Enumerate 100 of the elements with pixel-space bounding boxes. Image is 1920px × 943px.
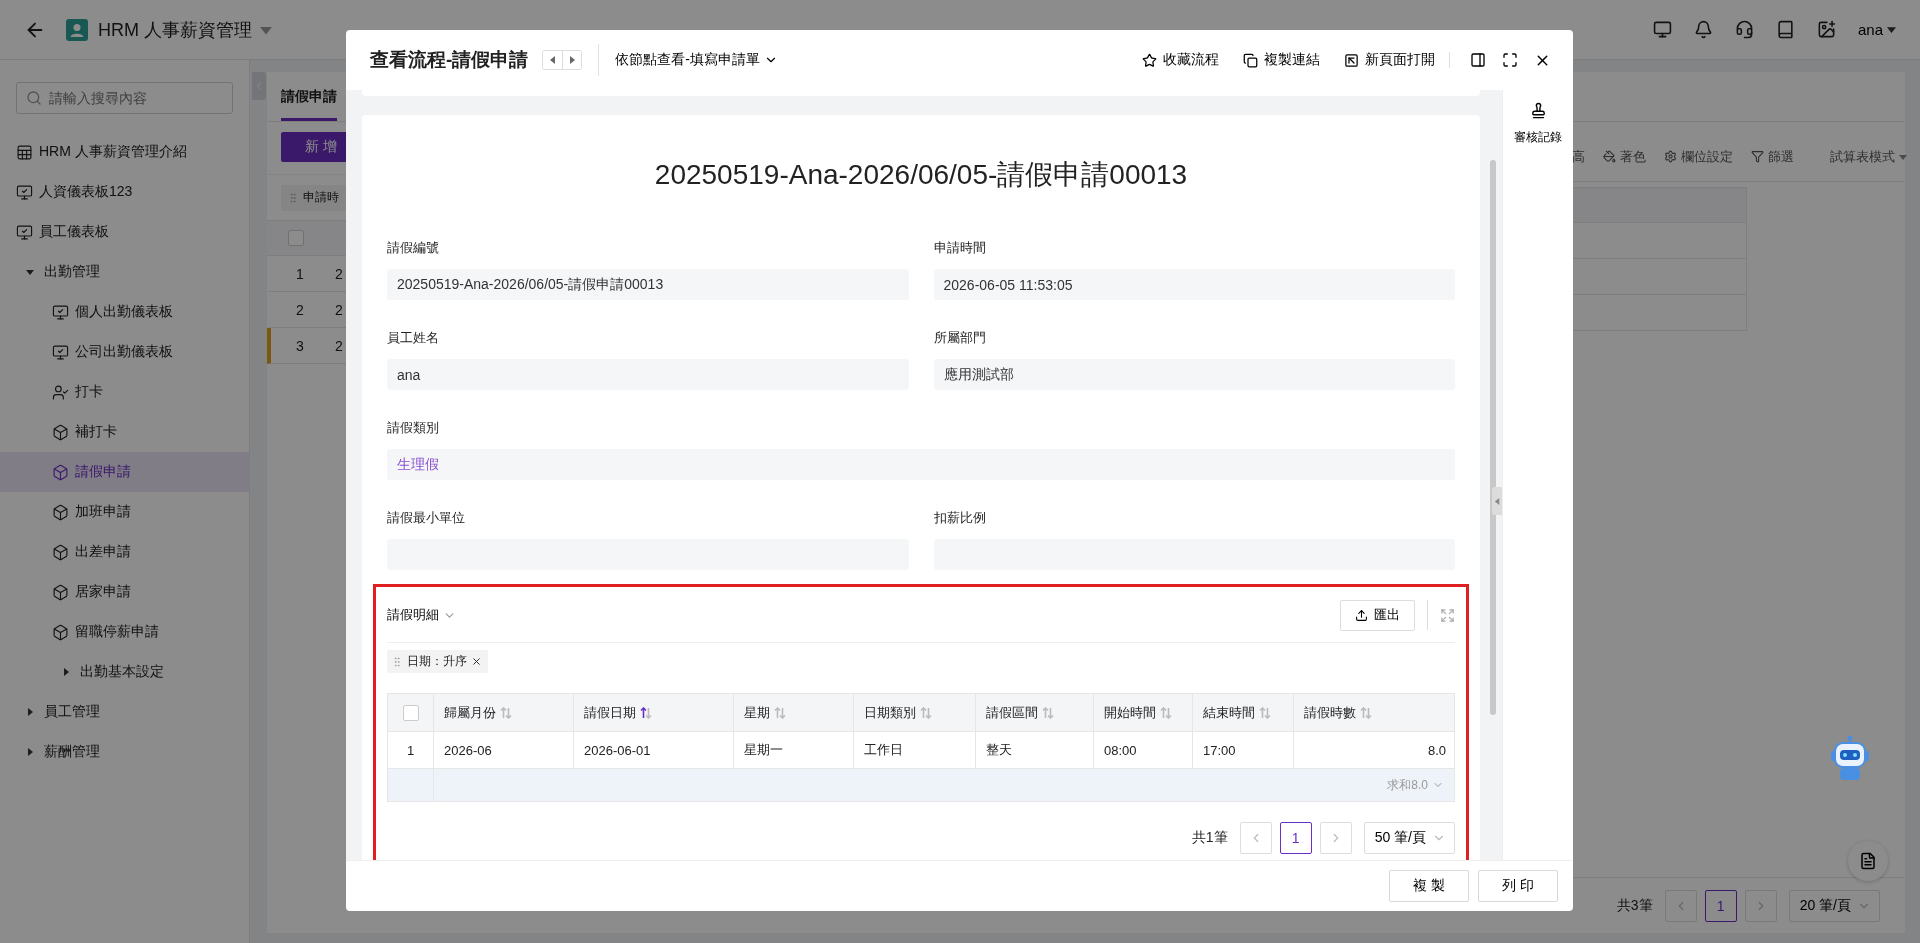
column-header[interactable]: 星期: [744, 703, 786, 722]
column-header[interactable]: 請假日期: [584, 703, 652, 722]
column-header[interactable]: 歸屬月份: [444, 703, 512, 722]
sidebar-item[interactable]: 居家申請: [0, 572, 249, 612]
sort-icon[interactable]: [640, 706, 652, 719]
app-title: HRM 人事薪資管理: [98, 18, 252, 42]
sidebar-item[interactable]: 公司出勤儀表板: [0, 332, 249, 372]
table-cell: 08:00: [1094, 732, 1193, 768]
toolbar-button[interactable]: 著色: [1603, 147, 1646, 166]
field-value: 2026-06-05 11:53:05: [933, 269, 1455, 300]
robot-icon[interactable]: [1830, 735, 1870, 783]
drag-handle-icon[interactable]: [391, 655, 403, 668]
previous-page-button[interactable]: [1664, 889, 1697, 922]
table-cell-text: 2: [334, 265, 343, 282]
scrollbar[interactable]: [1490, 160, 1496, 715]
view-mode-select[interactable]: 試算表模式: [1830, 147, 1907, 166]
side-panel-button[interactable]: [1470, 52, 1486, 68]
next-page-button[interactable]: [1744, 889, 1777, 922]
toolbar-button[interactable]: 欄位設定: [1664, 147, 1733, 166]
search-field[interactable]: 請輸入搜尋內容: [16, 82, 233, 114]
gear-icon: [1664, 150, 1677, 163]
bell-icon[interactable]: [1693, 20, 1713, 39]
star-icon: [1142, 52, 1157, 68]
column-header[interactable]: 日期類別: [864, 703, 932, 722]
sidebar-item[interactable]: 補打卡: [0, 412, 249, 452]
field-value: 20250519-Ana-2026/06/05-請假申請00013: [387, 269, 909, 300]
caret-icon: [1887, 25, 1896, 34]
sidebar-item[interactable]: 打卡: [0, 372, 249, 412]
sort-chip[interactable]: 日期：升序: [387, 650, 488, 673]
toolbar-button[interactable]: 篩選: [1751, 147, 1794, 166]
column-header[interactable]: 結束時間: [1203, 703, 1271, 722]
toolbar-button[interactable]: 高: [1572, 147, 1585, 166]
sort-chip[interactable]: 申請時: [281, 184, 347, 211]
caret-icon: [26, 708, 34, 716]
action-button[interactable]: 收藏流程: [1142, 51, 1219, 69]
audit-log-button[interactable]: 審核記錄: [1514, 102, 1562, 146]
image-plus-icon[interactable]: [1816, 20, 1836, 39]
headset-icon[interactable]: [1734, 20, 1754, 39]
previous-page-button[interactable]: [1239, 822, 1272, 854]
export-button[interactable]: 匯出: [1340, 599, 1415, 631]
column-header[interactable]: 開始時間: [1104, 703, 1172, 722]
caret-icon: [1899, 152, 1907, 161]
sidebar-group[interactable]: 員工管理: [0, 692, 249, 732]
app-icon: [66, 18, 88, 41]
sidebar-group[interactable]: 出勤管理: [0, 252, 249, 292]
field-label: 請假編號: [387, 239, 440, 257]
book-icon[interactable]: [1775, 20, 1795, 39]
page-size-select[interactable]: 50 筆/頁: [1363, 822, 1455, 854]
section-title[interactable]: 請假明細: [387, 606, 456, 624]
column-header[interactable]: 請假區間: [986, 703, 1054, 722]
sidebar-item[interactable]: 人資儀表板123: [0, 172, 249, 212]
table-cell-text: 2: [334, 337, 343, 354]
field-value: 生理假: [387, 449, 1455, 480]
tab[interactable]: 請假申請: [281, 88, 337, 121]
footer-button[interactable]: 列 印: [1478, 870, 1558, 902]
monitor-check-icon: [52, 343, 69, 361]
action-button[interactable]: 新頁面打開: [1344, 51, 1435, 69]
sidebar-item[interactable]: 請假申請: [0, 452, 249, 492]
sidebar-item[interactable]: 留職停薪申請: [0, 612, 249, 652]
view-select[interactable]: 依節點查看-填寫申請單: [615, 51, 778, 69]
collapse-handle[interactable]: [251, 72, 266, 100]
checkbox[interactable]: [288, 230, 304, 246]
sidebar-item[interactable]: 個人出勤儀表板: [0, 292, 249, 332]
action-button[interactable]: 複製連結: [1243, 51, 1320, 69]
sidebar-item[interactable]: HRM 人事薪資管理介紹: [0, 132, 249, 172]
sidebar-group[interactable]: 出勤基本設定: [0, 652, 249, 692]
sidebar-item[interactable]: 員工儀表板: [0, 212, 249, 252]
field-label: 員工姓名: [387, 329, 440, 347]
maximize-icon: [1502, 52, 1518, 68]
next-button[interactable]: [562, 51, 582, 69]
collapse-handle[interactable]: [1492, 487, 1502, 515]
panel-icon: [1470, 52, 1486, 68]
sidebar-item[interactable]: 出差申請: [0, 532, 249, 572]
sidebar-group[interactable]: 薪酬管理: [0, 732, 249, 772]
page-button[interactable]: 1: [1704, 889, 1737, 922]
column-header[interactable]: 請假時數: [1304, 703, 1372, 722]
checkbox[interactable]: [402, 704, 419, 721]
remove-icon[interactable]: [471, 656, 482, 667]
maximize-button[interactable]: [1502, 52, 1518, 68]
table-cell: 17:00: [1193, 732, 1294, 768]
caret-icon: [26, 748, 34, 756]
fullscreen-button[interactable]: [1440, 607, 1455, 623]
copy-icon: [1243, 52, 1258, 68]
drag-handle-icon[interactable]: [287, 191, 299, 204]
user-menu[interactable]: ana: [1857, 21, 1896, 38]
total-count: 共1筆: [1191, 829, 1228, 847]
sidebar-item[interactable]: 加班申請: [0, 492, 249, 532]
field-label: 扣薪比例: [933, 509, 987, 527]
monitor-icon[interactable]: [1652, 20, 1672, 39]
field-label: 請假類別: [387, 419, 440, 437]
search-icon: [26, 90, 42, 106]
table-cell: 2026-06: [434, 732, 574, 768]
table-cell: 星期一: [734, 732, 854, 768]
monitor-check-icon: [16, 183, 33, 201]
row-number: 3: [295, 337, 305, 354]
footer-button[interactable]: 複 製: [1389, 870, 1469, 902]
table-cell: 2026-06-01: [574, 732, 734, 768]
page-button[interactable]: 1: [1279, 822, 1312, 854]
next-page-button[interactable]: [1319, 822, 1352, 854]
page-size-select[interactable]: 20 筆/頁: [1788, 889, 1880, 922]
